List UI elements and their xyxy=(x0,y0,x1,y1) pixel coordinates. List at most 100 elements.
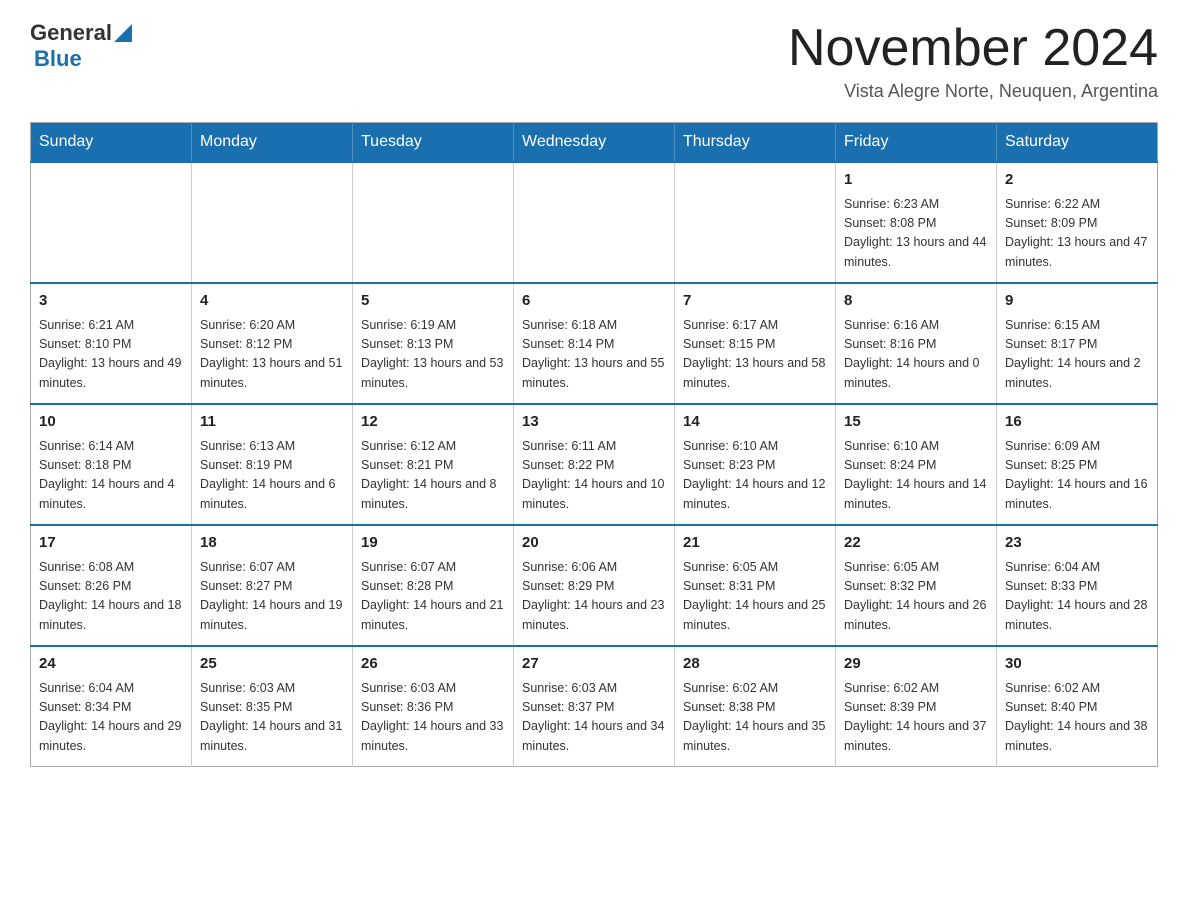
day-number: 17 xyxy=(39,532,183,555)
day-number: 3 xyxy=(39,290,183,313)
day-number: 25 xyxy=(200,653,344,676)
day-number: 20 xyxy=(522,532,666,555)
calendar-cell: 29Sunrise: 6:02 AMSunset: 8:39 PMDayligh… xyxy=(836,646,997,767)
calendar-cell xyxy=(514,162,675,283)
calendar-cell: 16 Sunrise: 6:09 AMSunset: 8:25 PMDayligh… xyxy=(997,404,1158,525)
calendar-table: SundayMondayTuesdayWednesdayThursdayFrid… xyxy=(30,122,1158,767)
logo-blue-text: Blue xyxy=(34,46,82,71)
calendar-week-row: 3 Sunrise: 6:21 AMSunset: 8:10 PMDaylight… xyxy=(31,283,1158,404)
day-number: 14 xyxy=(683,411,827,434)
day-info: Sunrise: 6:02 AMSunset: 8:38 PMDaylight:… xyxy=(683,679,827,757)
day-number: 1 xyxy=(844,169,988,192)
calendar-cell: 22 Sunrise: 6:05 AMSunset: 8:32 PMDayligh… xyxy=(836,525,997,646)
day-number: 15 xyxy=(844,411,988,434)
day-info: Sunrise: 6:22 AMSunset: 8:09 PMDaylight:… xyxy=(1005,195,1149,273)
day-number: 12 xyxy=(361,411,505,434)
day-info: Sunrise: 6:13 AMSunset: 8:19 PMDaylight:… xyxy=(200,437,344,515)
day-info: Sunrise: 6:20 AMSunset: 8:12 PMDaylight:… xyxy=(200,316,344,394)
day-number: 16 xyxy=(1005,411,1149,434)
calendar-cell: 28 Sunrise: 6:02 AMSunset: 8:38 PMDayligh… xyxy=(675,646,836,767)
day-number: 2 xyxy=(1005,169,1149,192)
calendar-week-row: 24Sunrise: 6:04 AMSunset: 8:34 PMDayligh… xyxy=(31,646,1158,767)
calendar-cell: 2 Sunrise: 6:22 AMSunset: 8:09 PMDaylight… xyxy=(997,162,1158,283)
day-info: Sunrise: 6:10 AMSunset: 8:23 PMDaylight:… xyxy=(683,437,827,515)
day-info: Sunrise: 6:05 AMSunset: 8:32 PMDaylight:… xyxy=(844,558,988,636)
calendar-cell xyxy=(192,162,353,283)
day-number: 27 xyxy=(522,653,666,676)
day-info: Sunrise: 6:02 AMSunset: 8:40 PMDaylight:… xyxy=(1005,679,1149,757)
calendar-cell: 27 Sunrise: 6:03 AMSunset: 8:37 PMDayligh… xyxy=(514,646,675,767)
day-info: Sunrise: 6:18 AMSunset: 8:14 PMDaylight:… xyxy=(522,316,666,394)
day-number: 4 xyxy=(200,290,344,313)
weekday-header-thursday: Thursday xyxy=(675,123,836,163)
calendar-header-row: SundayMondayTuesdayWednesdayThursdayFrid… xyxy=(31,123,1158,163)
day-info: Sunrise: 6:15 AMSunset: 8:17 PMDaylight:… xyxy=(1005,316,1149,394)
calendar-cell: 30 Sunrise: 6:02 AMSunset: 8:40 PMDayligh… xyxy=(997,646,1158,767)
day-number: 23 xyxy=(1005,532,1149,555)
day-info: Sunrise: 6:19 AMSunset: 8:13 PMDaylight:… xyxy=(361,316,505,394)
calendar-cell: 6 Sunrise: 6:18 AMSunset: 8:14 PMDaylight… xyxy=(514,283,675,404)
calendar-cell xyxy=(31,162,192,283)
calendar-cell: 21Sunrise: 6:05 AMSunset: 8:31 PMDayligh… xyxy=(675,525,836,646)
day-number: 8 xyxy=(844,290,988,313)
location-subtitle: Vista Alegre Norte, Neuquen, Argentina xyxy=(788,81,1158,102)
calendar-week-row: 1 Sunrise: 6:23 AMSunset: 8:08 PMDaylight… xyxy=(31,162,1158,283)
day-number: 30 xyxy=(1005,653,1149,676)
month-title: November 2024 xyxy=(788,20,1158,77)
day-number: 7 xyxy=(683,290,827,313)
calendar-cell: 5 Sunrise: 6:19 AMSunset: 8:13 PMDaylight… xyxy=(353,283,514,404)
day-info: Sunrise: 6:10 AMSunset: 8:24 PMDaylight:… xyxy=(844,437,988,515)
weekday-header-sunday: Sunday xyxy=(31,123,192,163)
calendar-cell: 23 Sunrise: 6:04 AMSunset: 8:33 PMDayligh… xyxy=(997,525,1158,646)
day-info: Sunrise: 6:16 AMSunset: 8:16 PMDaylight:… xyxy=(844,316,988,394)
calendar-cell: 19 Sunrise: 6:07 AMSunset: 8:28 PMDayligh… xyxy=(353,525,514,646)
day-number: 19 xyxy=(361,532,505,555)
calendar-cell: 1 Sunrise: 6:23 AMSunset: 8:08 PMDaylight… xyxy=(836,162,997,283)
weekday-header-monday: Monday xyxy=(192,123,353,163)
day-info: Sunrise: 6:12 AMSunset: 8:21 PMDaylight:… xyxy=(361,437,505,515)
day-info: Sunrise: 6:04 AMSunset: 8:34 PMDaylight:… xyxy=(39,679,183,757)
calendar-cell: 17 Sunrise: 6:08 AMSunset: 8:26 PMDayligh… xyxy=(31,525,192,646)
day-info: Sunrise: 6:11 AMSunset: 8:22 PMDaylight:… xyxy=(522,437,666,515)
day-number: 6 xyxy=(522,290,666,313)
day-info: Sunrise: 6:04 AMSunset: 8:33 PMDaylight:… xyxy=(1005,558,1149,636)
day-info: Sunrise: 6:03 AMSunset: 8:36 PMDaylight:… xyxy=(361,679,505,757)
day-info: Sunrise: 6:21 AMSunset: 8:10 PMDaylight:… xyxy=(39,316,183,394)
calendar-cell: 4 Sunrise: 6:20 AMSunset: 8:12 PMDaylight… xyxy=(192,283,353,404)
day-info: Sunrise: 6:05 AMSunset: 8:31 PMDaylight:… xyxy=(683,558,827,636)
calendar-cell: 14 Sunrise: 6:10 AMSunset: 8:23 PMDayligh… xyxy=(675,404,836,525)
logo-triangle-icon xyxy=(114,24,132,42)
day-info: Sunrise: 6:06 AMSunset: 8:29 PMDaylight:… xyxy=(522,558,666,636)
day-info: Sunrise: 6:14 AMSunset: 8:18 PMDaylight:… xyxy=(39,437,183,515)
day-number: 22 xyxy=(844,532,988,555)
calendar-cell: 18Sunrise: 6:07 AMSunset: 8:27 PMDayligh… xyxy=(192,525,353,646)
calendar-cell: 20 Sunrise: 6:06 AMSunset: 8:29 PMDayligh… xyxy=(514,525,675,646)
day-number: 28 xyxy=(683,653,827,676)
calendar-cell: 26Sunrise: 6:03 AMSunset: 8:36 PMDayligh… xyxy=(353,646,514,767)
calendar-cell: 11 Sunrise: 6:13 AMSunset: 8:19 PMDayligh… xyxy=(192,404,353,525)
day-number: 5 xyxy=(361,290,505,313)
weekday-header-tuesday: Tuesday xyxy=(353,123,514,163)
day-number: 9 xyxy=(1005,290,1149,313)
day-number: 10 xyxy=(39,411,183,434)
calendar-cell: 7 Sunrise: 6:17 AMSunset: 8:15 PMDaylight… xyxy=(675,283,836,404)
calendar-week-row: 17 Sunrise: 6:08 AMSunset: 8:26 PMDayligh… xyxy=(31,525,1158,646)
day-info: Sunrise: 6:23 AMSunset: 8:08 PMDaylight:… xyxy=(844,195,988,273)
weekday-header-friday: Friday xyxy=(836,123,997,163)
page-header: General Blue November 2024 Vista Alegre … xyxy=(30,20,1158,102)
title-area: November 2024 Vista Alegre Norte, Neuque… xyxy=(788,20,1158,102)
calendar-cell: 8 Sunrise: 6:16 AMSunset: 8:16 PMDaylight… xyxy=(836,283,997,404)
weekday-header-wednesday: Wednesday xyxy=(514,123,675,163)
logo: General Blue xyxy=(30,20,132,72)
calendar-cell: 13 Sunrise: 6:11 AMSunset: 8:22 PMDayligh… xyxy=(514,404,675,525)
day-info: Sunrise: 6:09 AMSunset: 8:25 PMDaylight:… xyxy=(1005,437,1149,515)
day-info: Sunrise: 6:17 AMSunset: 8:15 PMDaylight:… xyxy=(683,316,827,394)
day-number: 29 xyxy=(844,653,988,676)
weekday-header-saturday: Saturday xyxy=(997,123,1158,163)
day-info: Sunrise: 6:08 AMSunset: 8:26 PMDaylight:… xyxy=(39,558,183,636)
calendar-cell: 3 Sunrise: 6:21 AMSunset: 8:10 PMDaylight… xyxy=(31,283,192,404)
day-number: 13 xyxy=(522,411,666,434)
day-number: 11 xyxy=(200,411,344,434)
day-info: Sunrise: 6:07 AMSunset: 8:28 PMDaylight:… xyxy=(361,558,505,636)
day-info: Sunrise: 6:03 AMSunset: 8:37 PMDaylight:… xyxy=(522,679,666,757)
